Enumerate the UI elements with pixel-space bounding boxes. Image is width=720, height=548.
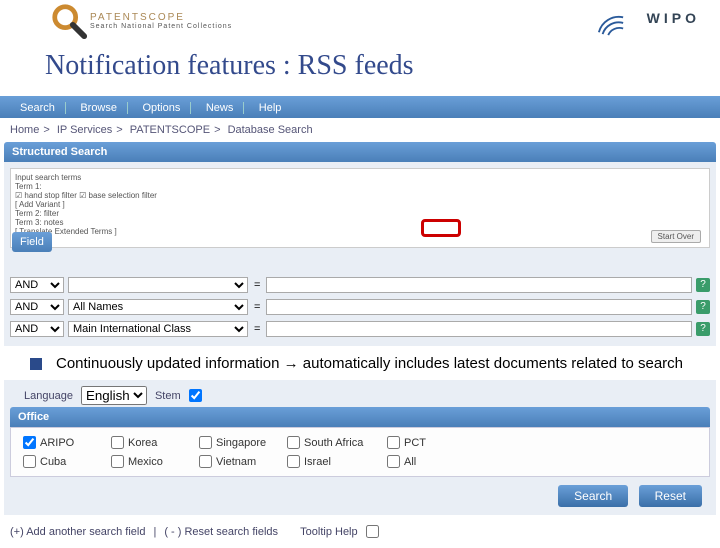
office-header: Office: [10, 407, 710, 427]
clir-expansion-box: Input search terms Term 1: ☑ hand stop f…: [10, 168, 710, 248]
breadcrumb: Home> IP Services> PATENTSCOPE> Database…: [0, 118, 720, 142]
search-row: AND All Names = ?: [10, 296, 710, 318]
logo-subtext: Search National Patent Collections: [90, 23, 232, 30]
office-checkbox[interactable]: [23, 436, 36, 449]
bullet-square-icon: [30, 358, 42, 370]
field-select[interactable]: All Names: [68, 299, 248, 315]
value-input[interactable]: [266, 277, 692, 293]
nav-search[interactable]: Search: [10, 102, 66, 114]
office-singapore[interactable]: Singapore: [199, 436, 283, 449]
operator-select[interactable]: AND: [10, 299, 64, 315]
office-row-1: ARIPO Korea Singapore South Africa PCT: [23, 436, 697, 449]
clir-line: Term 1:: [15, 182, 705, 191]
office-checkbox[interactable]: [287, 436, 300, 449]
office-checkbox[interactable]: [111, 455, 124, 468]
language-row: Language English Stem: [10, 382, 710, 407]
footer-links: (+) Add another search field | ( - ) Res…: [0, 515, 720, 548]
add-field-link[interactable]: (+) Add another search field: [10, 526, 145, 538]
field-header: Field: [12, 232, 52, 252]
panel-title: Structured Search: [4, 142, 716, 162]
office-checkbox[interactable]: [387, 436, 400, 449]
office-pct[interactable]: PCT: [387, 436, 471, 449]
crumb-ip[interactable]: IP Services: [57, 124, 112, 136]
clir-line: ☑ hand stop filter ☑ base selection filt…: [15, 191, 705, 200]
clir-line: [ Translate Extended Terms ]: [15, 227, 705, 236]
lower-panel: Language English Stem Office ARIPO Korea…: [4, 380, 716, 515]
help-icon[interactable]: ?: [696, 300, 710, 314]
logo-wipo: WIPO: [647, 10, 700, 26]
office-mexico[interactable]: Mexico: [111, 455, 195, 468]
office-body: ARIPO Korea Singapore South Africa PCT C…: [10, 427, 710, 477]
rss-highlight-box: [421, 219, 461, 237]
search-row: AND = ?: [10, 274, 710, 296]
equals-label: =: [252, 279, 262, 291]
search-button[interactable]: Search: [558, 485, 628, 507]
office-vietnam[interactable]: Vietnam: [199, 455, 283, 468]
wipo-arc-icon: [597, 8, 625, 36]
magnifier-icon: [50, 2, 88, 40]
operator-select[interactable]: AND: [10, 277, 64, 293]
office-aripo[interactable]: ARIPO: [23, 436, 107, 449]
operator-select[interactable]: AND: [10, 321, 64, 337]
office-checkbox[interactable]: [287, 455, 300, 468]
help-icon[interactable]: ?: [696, 278, 710, 292]
office-checkbox[interactable]: [387, 455, 400, 468]
office-korea[interactable]: Korea: [111, 436, 195, 449]
slide-title: Notification features : RSS feeds: [45, 50, 414, 82]
bullet-text: Continuously updated information → autom…: [56, 355, 683, 372]
search-row: AND Main International Class = ?: [10, 318, 710, 340]
crumb-home[interactable]: Home: [10, 124, 39, 136]
equals-label: =: [252, 323, 262, 335]
startover-button[interactable]: Start Over: [651, 230, 701, 243]
crumb-db[interactable]: Database Search: [228, 124, 313, 136]
nav-help[interactable]: Help: [249, 102, 292, 114]
reset-fields-link[interactable]: ( - ) Reset search fields: [164, 526, 278, 538]
stem-label: Stem: [155, 390, 181, 402]
clir-line: Input search terms: [15, 173, 705, 182]
office-southafrica[interactable]: South Africa: [287, 436, 383, 449]
office-checkbox[interactable]: [23, 455, 36, 468]
clir-line: [ Add Variant ]: [15, 200, 705, 209]
field-select[interactable]: Main International Class: [68, 321, 248, 337]
office-israel[interactable]: Israel: [287, 455, 383, 468]
search-panel: Input search terms Term 1: ☑ hand stop f…: [4, 162, 716, 346]
bullet-note: Continuously updated information → autom…: [0, 346, 720, 380]
topnav: Search Browse Options News Help: [0, 96, 720, 118]
stem-checkbox[interactable]: [189, 389, 202, 402]
logo-text: PATENTSCOPE: [90, 12, 185, 23]
nav-browse[interactable]: Browse: [70, 102, 128, 114]
office-checkbox[interactable]: [199, 436, 212, 449]
header: PATENTSCOPE Search National Patent Colle…: [0, 0, 720, 52]
office-checkbox[interactable]: [111, 436, 124, 449]
office-cuba[interactable]: Cuba: [23, 455, 107, 468]
language-select[interactable]: English: [81, 386, 147, 405]
value-input[interactable]: [266, 299, 692, 315]
clir-line: Term 3: notes: [15, 218, 705, 227]
language-label: Language: [24, 390, 73, 402]
office-checkbox[interactable]: [199, 455, 212, 468]
office-all[interactable]: All: [387, 455, 471, 468]
clir-line: Term 2: filter: [15, 209, 705, 218]
value-input[interactable]: [266, 321, 692, 337]
reset-button[interactable]: Reset: [639, 485, 702, 507]
office-row-2: Cuba Mexico Vietnam Israel All: [23, 455, 697, 468]
nav-news[interactable]: News: [196, 102, 245, 114]
logo-patentscope: PATENTSCOPE Search National Patent Colle…: [90, 12, 232, 30]
help-icon[interactable]: ?: [696, 322, 710, 336]
crumb-ps[interactable]: PATENTSCOPE: [130, 124, 210, 136]
field-select[interactable]: [68, 277, 248, 293]
nav-options[interactable]: Options: [132, 102, 191, 114]
button-row: Search Reset: [10, 477, 710, 509]
tooltip-help-label: Tooltip Help: [300, 526, 357, 538]
equals-label: =: [252, 301, 262, 313]
tooltip-help-checkbox[interactable]: [366, 525, 379, 538]
